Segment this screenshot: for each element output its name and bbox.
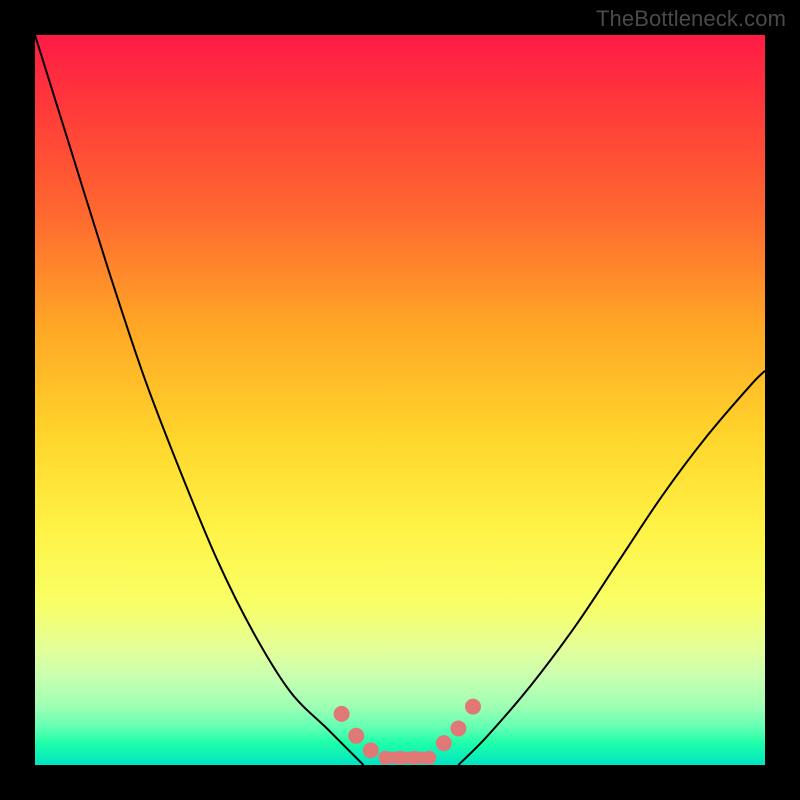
bottom-markers-left-point [363,742,379,758]
chart-frame: TheBottleneck.com [0,0,800,800]
bottom-markers-center-point [422,751,436,765]
bottom-markers-center-point [378,751,392,765]
chart-svg [35,35,765,765]
curve-layer [35,35,765,765]
bottom-markers-left-point [334,706,350,722]
bottom-markers-right-point [465,699,481,715]
bottom-markers-left-point [348,728,364,744]
bottom-markers-right-point [436,735,452,751]
plot-area [35,35,765,765]
left-curve [35,35,364,765]
marker-layer [334,699,481,765]
watermark-text: TheBottleneck.com [596,6,786,32]
bottom-markers-center-point [393,751,407,765]
bottom-markers-right-point [450,721,466,737]
right-curve [458,371,765,765]
bottom-markers-center-point [408,751,422,765]
